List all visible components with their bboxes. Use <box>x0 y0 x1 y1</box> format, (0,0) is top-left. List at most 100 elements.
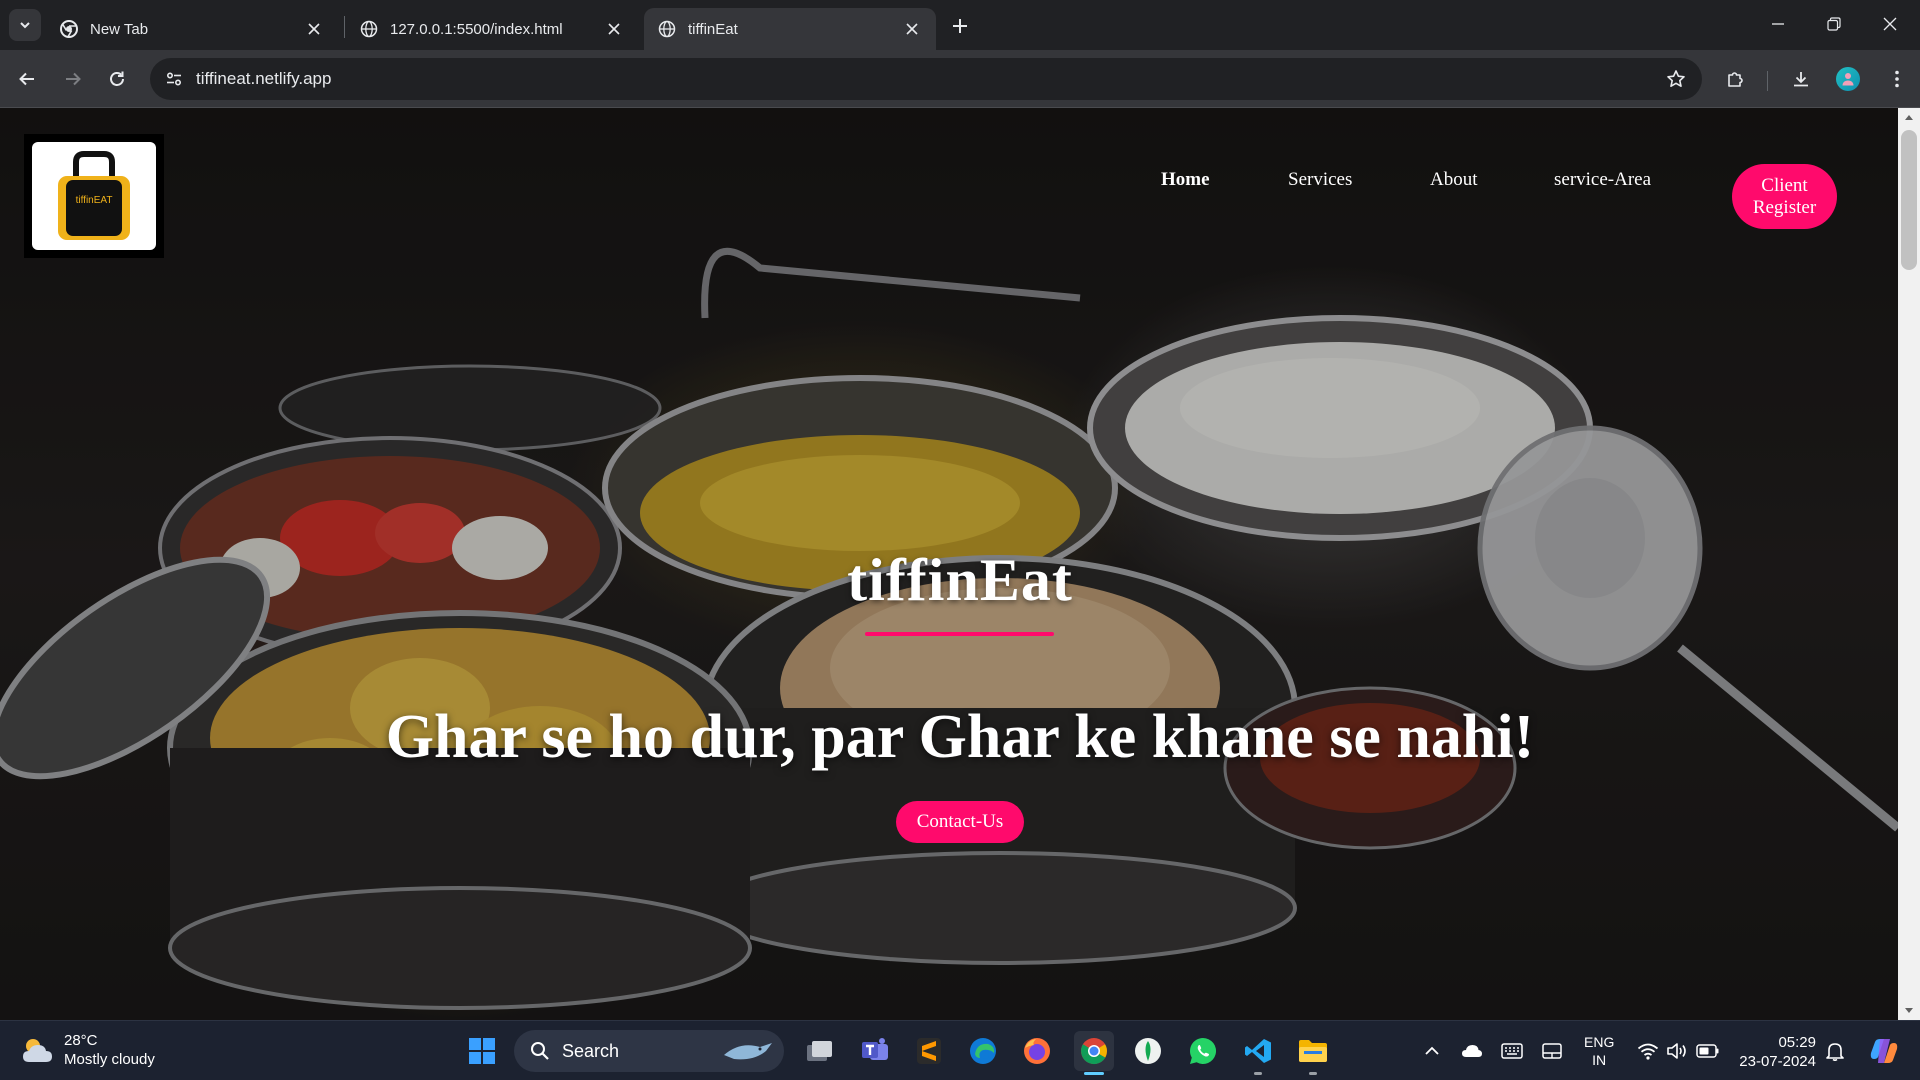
chrome-icon <box>1081 1038 1107 1065</box>
scrollbar-thumb[interactable] <box>1901 130 1917 270</box>
wifi-icon <box>1637 1043 1659 1060</box>
forward-button[interactable] <box>56 62 90 96</box>
weather-widget[interactable]: 28°C Mostly cloudy <box>20 1031 155 1069</box>
firefox-icon <box>1024 1038 1050 1064</box>
clock-date: 23-07-2024 <box>1739 1053 1816 1070</box>
task-view-icon <box>807 1041 832 1061</box>
tiffin-box-logo-icon: tiffinEAT <box>58 151 130 240</box>
edge-app[interactable] <box>963 1031 1003 1071</box>
chrome-icon <box>60 20 78 38</box>
sublime-text-icon <box>917 1038 941 1064</box>
bookmark-button[interactable] <box>1660 63 1692 95</box>
nav-link-services[interactable]: Services <box>1288 169 1352 191</box>
profile-avatar[interactable] <box>1836 67 1860 91</box>
scroll-down-button[interactable] <box>1898 1002 1920 1020</box>
restore-button[interactable] <box>1806 0 1862 48</box>
windows-taskbar: 28°C Mostly cloudy Search ENG IN 05:29 2… <box>0 1020 1920 1080</box>
taskbar-search[interactable]: Search <box>514 1030 784 1072</box>
keyboard-icon <box>1501 1043 1523 1059</box>
show-hidden-icons-button[interactable] <box>1420 1039 1444 1063</box>
sublime-text-app[interactable] <box>909 1031 949 1071</box>
close-window-button[interactable] <box>1862 0 1918 48</box>
teams-icon <box>862 1038 888 1060</box>
tune-icon <box>166 72 182 86</box>
close-tab-icon[interactable] <box>604 19 624 39</box>
extensions-button[interactable] <box>1718 62 1752 96</box>
reload-icon <box>110 71 124 86</box>
plus-icon <box>953 19 967 33</box>
arrow-right-icon <box>66 72 81 86</box>
browser-tabstrip: New Tab 127.0.0.1:5500/index.html tiffin… <box>0 0 1920 50</box>
minimize-button[interactable] <box>1750 0 1806 48</box>
close-tab-icon[interactable] <box>304 19 324 39</box>
system-clock[interactable]: 05:29 23-07-2024 <box>1734 1033 1816 1071</box>
downloads-button[interactable] <box>1784 62 1818 96</box>
battery-icon <box>1696 1044 1719 1058</box>
chevron-down-icon <box>20 22 30 29</box>
hero-brand-title: tiffinEat <box>847 547 1073 613</box>
teams-app[interactable] <box>855 1031 895 1071</box>
reload-button[interactable] <box>100 62 134 96</box>
new-tab-button[interactable] <box>944 10 976 42</box>
wifi-tray[interactable] <box>1636 1039 1660 1063</box>
touchpad-icon <box>1542 1043 1562 1059</box>
search-icon <box>531 1042 549 1060</box>
url-text[interactable]: tiffineat.netlify.app <box>196 69 331 89</box>
tab-title: 127.0.0.1:5500/index.html <box>390 20 563 38</box>
logo-frame: tiffinEAT <box>32 142 156 250</box>
user-icon <box>1842 73 1854 86</box>
folder-icon <box>1299 1040 1327 1062</box>
tab-localhost[interactable]: 127.0.0.1:5500/index.html <box>346 8 638 50</box>
file-explorer-app[interactable] <box>1293 1031 1333 1075</box>
search-placeholder: Search <box>562 1040 620 1061</box>
kebab-menu-icon <box>1895 70 1899 88</box>
windows-logo-icon <box>469 1038 495 1064</box>
onedrive-tray[interactable] <box>1460 1039 1484 1063</box>
close-tab-icon[interactable] <box>902 19 922 39</box>
nav-link-about[interactable]: About <box>1430 169 1478 191</box>
page-scrollbar[interactable] <box>1898 108 1920 1020</box>
site-logo[interactable]: tiffinEAT <box>24 134 164 258</box>
notifications-button[interactable] <box>1823 1039 1847 1063</box>
running-indicator <box>1254 1072 1262 1075</box>
weather-temperature: 28°C <box>64 1032 98 1049</box>
download-icon <box>1794 72 1808 87</box>
start-button[interactable] <box>462 1031 502 1071</box>
nav-link-home[interactable]: Home <box>1161 169 1210 191</box>
scroll-up-button[interactable] <box>1898 108 1920 126</box>
taskview-button[interactable] <box>800 1031 840 1071</box>
chrome-app[interactable] <box>1074 1031 1114 1075</box>
whatsapp-app[interactable] <box>1183 1031 1223 1071</box>
logo-text: tiffinEAT <box>76 195 113 206</box>
touchpad-tray[interactable] <box>1540 1039 1564 1063</box>
weather-condition: Mostly cloudy <box>64 1051 155 1068</box>
vscode-app[interactable] <box>1238 1031 1278 1075</box>
address-bar[interactable]: tiffineat.netlify.app <box>150 58 1702 100</box>
page-viewport: tiffinEAT Home Services About service-Ar… <box>0 108 1898 1020</box>
menu-button[interactable] <box>1880 62 1914 96</box>
keyboard-tray[interactable] <box>1500 1039 1524 1063</box>
caret-up-icon <box>1905 115 1913 120</box>
nav-link-service-area[interactable]: service-Area <box>1554 169 1651 191</box>
edge-icon <box>970 1038 996 1064</box>
mongodb-compass-app[interactable] <box>1128 1031 1168 1071</box>
tab-search-button[interactable] <box>9 9 41 41</box>
clock-time: 05:29 <box>1778 1034 1816 1051</box>
speaker-icon <box>1667 1043 1686 1059</box>
site-info-button[interactable] <box>158 63 190 95</box>
caret-down-icon <box>1905 1008 1913 1013</box>
copilot-button[interactable] <box>1866 1035 1902 1067</box>
client-register-button[interactable]: Client Register <box>1732 164 1837 229</box>
tab-new-tab[interactable]: New Tab <box>46 8 338 50</box>
back-button[interactable] <box>10 62 44 96</box>
language-indicator[interactable]: ENG IN <box>1584 1033 1614 1069</box>
restore-icon <box>1827 17 1841 31</box>
copilot-icon <box>1870 1039 1898 1063</box>
volume-tray[interactable] <box>1665 1039 1689 1063</box>
battery-tray[interactable] <box>1696 1039 1720 1063</box>
contact-us-button[interactable]: Contact-Us <box>896 801 1024 843</box>
language-code: ENG <box>1584 1034 1615 1050</box>
firefox-app[interactable] <box>1017 1031 1057 1071</box>
cloud-icon <box>1462 1045 1482 1057</box>
tab-tiffineat[interactable]: tiffinEat <box>644 8 936 50</box>
